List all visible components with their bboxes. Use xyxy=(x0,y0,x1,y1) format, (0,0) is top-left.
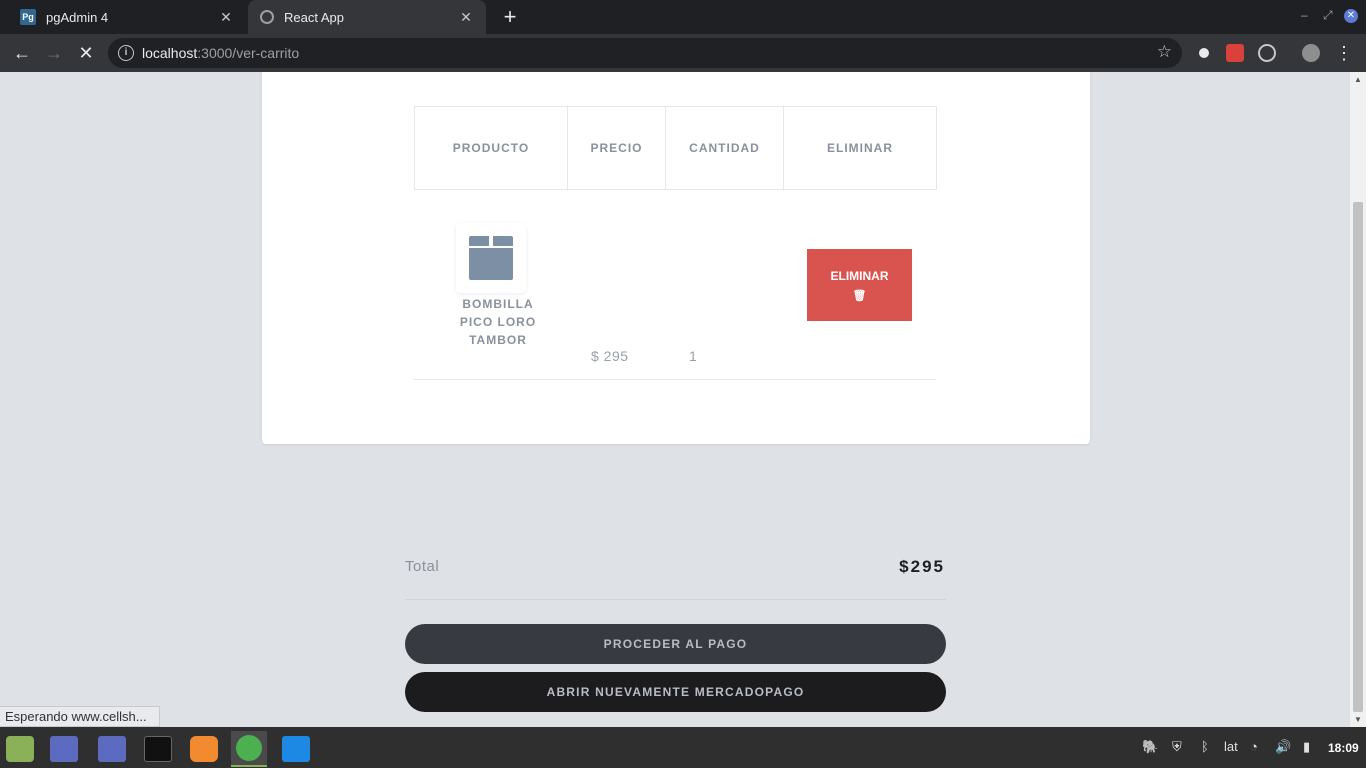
address-bar[interactable]: i localhost:3000/ver-carrito ☆ xyxy=(108,38,1182,68)
status-bubble: Esperando www.cellsh... xyxy=(0,706,160,727)
folder-icon[interactable] xyxy=(94,731,130,767)
product-box-icon xyxy=(456,223,526,293)
vscode-icon[interactable] xyxy=(278,731,314,767)
proceed-payment-button[interactable]: PROCEDER AL PAGO xyxy=(405,624,946,664)
cart-card: PRODUCTO PRECIO CANTIDAD ELIMINAR BOMBIL… xyxy=(262,72,1090,444)
restore-icon[interactable]: ⤢ xyxy=(1323,8,1333,23)
open-mercadopago-button[interactable]: ABRIR NUEVAMENTE MERCADOPAGO xyxy=(405,672,946,712)
row-divider xyxy=(414,379,936,380)
tab-title: pgAdmin 4 xyxy=(46,9,109,25)
product-price: $ 295 xyxy=(591,348,629,364)
close-tab-icon[interactable]: ✕ xyxy=(458,9,474,26)
delete-label: ELIMINAR xyxy=(830,268,889,283)
loading-spinner-icon xyxy=(260,10,274,24)
header-precio: PRECIO xyxy=(568,107,666,189)
volume-icon[interactable]: 🔊 xyxy=(1275,739,1291,755)
delete-item-button[interactable]: ELIMINAR 🗑 xyxy=(807,249,912,321)
header-eliminar: ELIMINAR xyxy=(827,141,893,155)
postgres-tray-icon[interactable]: 🐘 xyxy=(1142,739,1158,755)
menu-kebab-icon[interactable]: ⋮ xyxy=(1333,42,1355,64)
keyboard-layout[interactable]: lat xyxy=(1224,739,1238,754)
total-label: Total xyxy=(405,558,440,575)
info-icon[interactable]: i xyxy=(118,45,134,61)
firefox-icon[interactable] xyxy=(186,731,222,767)
battery-icon[interactable]: ▮ xyxy=(1303,739,1310,755)
back-button[interactable]: ← xyxy=(11,42,33,64)
forward-button[interactable]: → xyxy=(43,42,65,64)
bookmark-star-icon[interactable]: ☆ xyxy=(1157,42,1172,62)
os-taskbar: 🐘 ⛨ ᛒ lat ◔ 🔊 ▮ 18:09 xyxy=(0,727,1366,768)
header-cantidad: CANTIDAD xyxy=(666,107,784,189)
clock[interactable]: 18:09 xyxy=(1328,741,1359,755)
tab-pgadmin[interactable]: Pg pgAdmin 4 ✕ xyxy=(8,0,246,34)
total-value: $295 xyxy=(899,557,945,576)
scroll-up-icon[interactable]: ▲ xyxy=(1354,75,1362,84)
extension-icon[interactable] xyxy=(1195,44,1213,62)
page-viewport: PRODUCTO PRECIO CANTIDAD ELIMINAR BOMBIL… xyxy=(0,72,1350,727)
cart-table-header: PRODUCTO PRECIO CANTIDAD ELIMINAR xyxy=(414,106,937,190)
bluetooth-icon[interactable]: ᛒ xyxy=(1201,739,1209,754)
mint-menu-icon[interactable] xyxy=(2,731,38,767)
browser-tabstrip: Pg pgAdmin 4 ✕ React App ✕ + ‒ ⤢ ✕ xyxy=(0,0,1366,34)
tab-title: React App xyxy=(284,9,344,25)
window-close-icon[interactable]: ✕ xyxy=(1344,9,1358,23)
browser-toolbar: ← → ✕ i localhost:3000/ver-carrito ☆ ⋮ xyxy=(0,34,1366,72)
total-divider xyxy=(405,599,946,600)
product-quantity: 1 xyxy=(689,348,697,364)
close-tab-icon[interactable]: ✕ xyxy=(218,9,234,26)
extension-target-icon[interactable] xyxy=(1258,44,1276,62)
minimize-icon[interactable]: ‒ xyxy=(1301,8,1308,22)
tab-react-app[interactable]: React App ✕ xyxy=(248,0,486,34)
terminal-icon[interactable] xyxy=(140,731,176,767)
wifi-icon[interactable]: ◔ xyxy=(1250,739,1258,754)
vertical-scrollbar[interactable]: ▲ ▼ xyxy=(1350,72,1366,727)
pgadmin-icon: Pg xyxy=(20,9,36,25)
product-name: BOMBILLA PICO LORO TAMBOR xyxy=(459,297,537,347)
files-icon[interactable] xyxy=(46,731,82,767)
scroll-down-icon[interactable]: ▼ xyxy=(1354,715,1362,724)
chrome-icon[interactable] xyxy=(231,731,267,767)
new-tab-button[interactable]: + xyxy=(498,5,522,29)
url-text[interactable]: localhost:3000/ver-carrito xyxy=(142,45,299,61)
stop-loading-button[interactable]: ✕ xyxy=(75,42,97,64)
scrollbar-thumb[interactable] xyxy=(1353,202,1363,712)
profile-avatar[interactable] xyxy=(1302,44,1320,62)
header-producto: PRODUCTO xyxy=(415,107,568,189)
extension-red-icon[interactable] xyxy=(1226,44,1244,62)
shield-icon[interactable]: ⛨ xyxy=(1172,739,1182,755)
trash-icon: 🗑 xyxy=(852,289,867,302)
